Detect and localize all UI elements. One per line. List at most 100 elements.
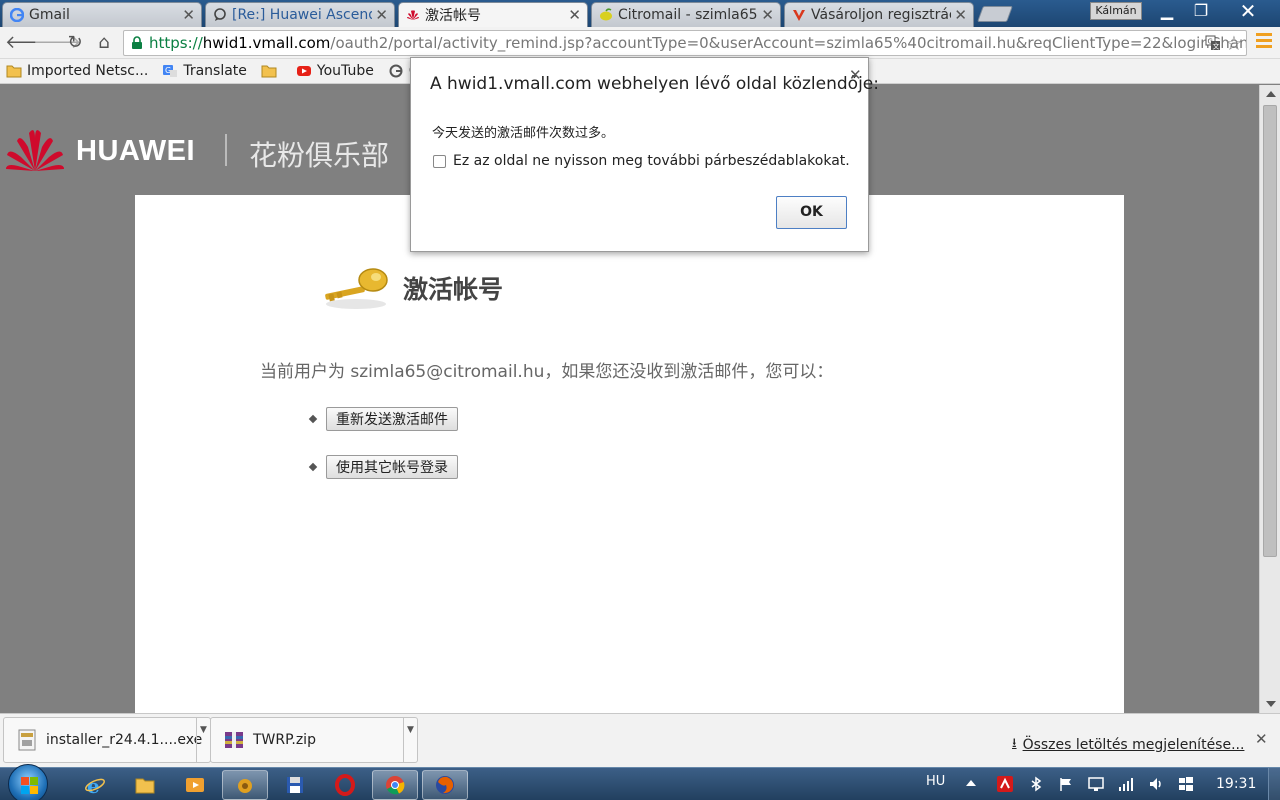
- restore-button[interactable]: ❐: [1184, 0, 1218, 22]
- taskbar-app-snail[interactable]: [222, 770, 268, 800]
- taskbar-internet-explorer[interactable]: e: [72, 770, 118, 800]
- media-player-icon: [186, 778, 204, 792]
- home-button[interactable]: ⌂: [92, 32, 116, 54]
- floppy-disk-icon: [287, 777, 303, 793]
- club-title: 花粉俱乐部: [249, 139, 390, 172]
- citromail-icon: [600, 8, 612, 21]
- app-icon: [238, 779, 252, 793]
- back-button[interactable]: 🡐: [5, 32, 53, 54]
- close-icon[interactable]: ✕: [182, 6, 195, 24]
- tab-title: Gmail: [29, 7, 70, 23]
- tab-forum[interactable]: [Re:] Huawei Ascend ✕: [205, 2, 395, 27]
- taskbar-media-player[interactable]: [172, 770, 218, 800]
- windows-logo-icon[interactable]: [1178, 776, 1194, 792]
- google-icon: [10, 8, 24, 22]
- download-shelf: installer_r24.4.1....exe ▼ TWRP.zip ▼ ⭳ …: [0, 713, 1280, 767]
- alert-dialog: A hwid1.vmall.com webhelyen lévő oldal k…: [410, 57, 879, 252]
- close-icon[interactable]: ✕: [849, 66, 862, 84]
- taskbar-opera[interactable]: [322, 770, 368, 800]
- start-button[interactable]: [8, 764, 48, 800]
- chrome-menu-icon[interactable]: [1256, 33, 1272, 51]
- tab-citromail[interactable]: Citromail - szimla65@ ✕: [591, 2, 781, 27]
- forward-button[interactable]: 🡒: [33, 32, 81, 54]
- reload-button[interactable]: ↻: [63, 32, 87, 54]
- suppress-dialogs-label[interactable]: Ez az oldal ne nyisson meg további párbe…: [453, 153, 850, 169]
- chevron-down-icon[interactable]: ▼: [403, 718, 417, 762]
- bookmark-youtube[interactable]: YouTube: [296, 63, 374, 79]
- bookmark-label: YouTube: [316, 63, 374, 79]
- page-heading: 激活帐号: [403, 275, 504, 304]
- resend-row: 重新发送激活邮件: [308, 407, 458, 431]
- tab-activate-account[interactable]: 激活帐号 ✕: [398, 2, 588, 27]
- show-all-downloads-link[interactable]: ⭳ Összes letöltés megjelenítése...: [1012, 734, 1244, 756]
- folder-icon: [6, 65, 22, 78]
- bookmark-translate[interactable]: G Translate: [162, 63, 247, 79]
- windows-logo-icon: [30, 786, 38, 794]
- huawei-wordmark: HUAWEI: [76, 135, 195, 167]
- bullet-icon: [308, 462, 318, 472]
- close-icon[interactable]: ✕: [568, 6, 581, 24]
- volume-icon[interactable]: [1148, 776, 1164, 792]
- bookmark-folder[interactable]: [261, 64, 282, 78]
- vmall-icon: [793, 10, 805, 21]
- url-host: hwid1.vmall.com: [202, 34, 331, 52]
- translate-icon[interactable]: G文: [1205, 35, 1221, 51]
- system-clock[interactable]: 19:31: [1216, 776, 1256, 792]
- ok-button[interactable]: OK: [776, 196, 847, 229]
- close-window-button[interactable]: ✕: [1228, 0, 1268, 22]
- other-account-row: 使用其它帐号登录: [308, 455, 458, 479]
- taskbar-save-app[interactable]: [272, 770, 318, 800]
- svg-text:文: 文: [1213, 42, 1220, 51]
- windows-logo-icon: [30, 777, 38, 785]
- vertical-scrollbar[interactable]: [1259, 85, 1280, 713]
- tab-vmall[interactable]: Vásároljon regisztrác ✕: [784, 2, 974, 27]
- new-tab-button[interactable]: [977, 6, 1013, 22]
- tab-gmail[interactable]: Gmail ✕: [2, 2, 202, 27]
- windows-logo-icon: [21, 777, 29, 785]
- resend-activation-email-button[interactable]: 重新发送激活邮件: [326, 407, 458, 431]
- network-signal-icon[interactable]: [1118, 776, 1134, 792]
- internet-explorer-icon: e: [85, 774, 105, 796]
- chevron-down-icon[interactable]: ▼: [196, 718, 210, 762]
- huawei-icon: [407, 10, 419, 20]
- tab-title: Citromail - szimla65@: [618, 7, 758, 23]
- action-center-flag-icon[interactable]: [1058, 776, 1074, 792]
- bookmark-label: Imported Netsc...: [27, 63, 149, 79]
- forum-icon: [214, 8, 226, 21]
- display-icon[interactable]: [1088, 776, 1104, 792]
- close-icon[interactable]: ✕: [375, 6, 388, 24]
- profile-button[interactable]: Kálmán: [1090, 2, 1142, 20]
- antivirus-icon[interactable]: [997, 776, 1013, 792]
- bookmark-star-icon[interactable]: ☆: [1225, 31, 1243, 55]
- header-divider: [225, 134, 227, 166]
- download-item[interactable]: installer_r24.4.1....exe ▼: [3, 717, 211, 763]
- content-card: 激活帐号 当前用户为 szimla65@citromail.hu，如果您还没收到…: [135, 195, 1124, 713]
- close-icon[interactable]: ✕: [954, 6, 967, 24]
- show-hidden-icons-icon[interactable]: [966, 780, 976, 786]
- installer-icon: [18, 729, 36, 751]
- browser-toolbar: 🡐 🡒 ↻ ⌂ https:// hwid1.vmall.com /oauth2…: [0, 27, 1280, 59]
- download-filename: TWRP.zip: [253, 732, 316, 748]
- taskbar-firefox[interactable]: [422, 770, 468, 800]
- bookmark-imported-netscape[interactable]: Imported Netsc...: [6, 63, 148, 79]
- taskbar-chrome[interactable]: [372, 770, 418, 800]
- language-indicator[interactable]: HU: [926, 774, 945, 789]
- show-all-downloads-label: Összes letöltés megjelenítése...: [1022, 737, 1245, 753]
- scroll-thumb[interactable]: [1263, 105, 1277, 557]
- close-icon[interactable]: ✕: [761, 6, 774, 24]
- tab-title: [Re:] Huawei Ascend: [232, 7, 372, 23]
- minimize-button[interactable]: ▁: [1150, 0, 1184, 22]
- show-desktop-button[interactable]: [1268, 768, 1280, 800]
- tab-strip: Gmail ✕ [Re:] Huawei Ascend ✕ 激活帐号 ✕ Cit…: [0, 0, 1280, 27]
- scroll-down-arrow-icon[interactable]: [1266, 701, 1276, 707]
- address-bar[interactable]: https:// hwid1.vmall.com /oauth2/portal/…: [123, 30, 1247, 56]
- login-other-account-button[interactable]: 使用其它帐号登录: [326, 455, 458, 479]
- windows-taskbar: e HU 19:31: [0, 764, 1280, 800]
- bluetooth-icon[interactable]: [1028, 776, 1044, 792]
- download-icon: ⭳: [1012, 736, 1017, 751]
- scroll-up-arrow-icon[interactable]: [1266, 91, 1276, 97]
- suppress-dialogs-checkbox[interactable]: [433, 155, 446, 168]
- close-icon[interactable]: ✕: [1255, 730, 1268, 748]
- taskbar-file-explorer[interactable]: [122, 770, 168, 800]
- download-item[interactable]: TWRP.zip ▼: [210, 717, 418, 763]
